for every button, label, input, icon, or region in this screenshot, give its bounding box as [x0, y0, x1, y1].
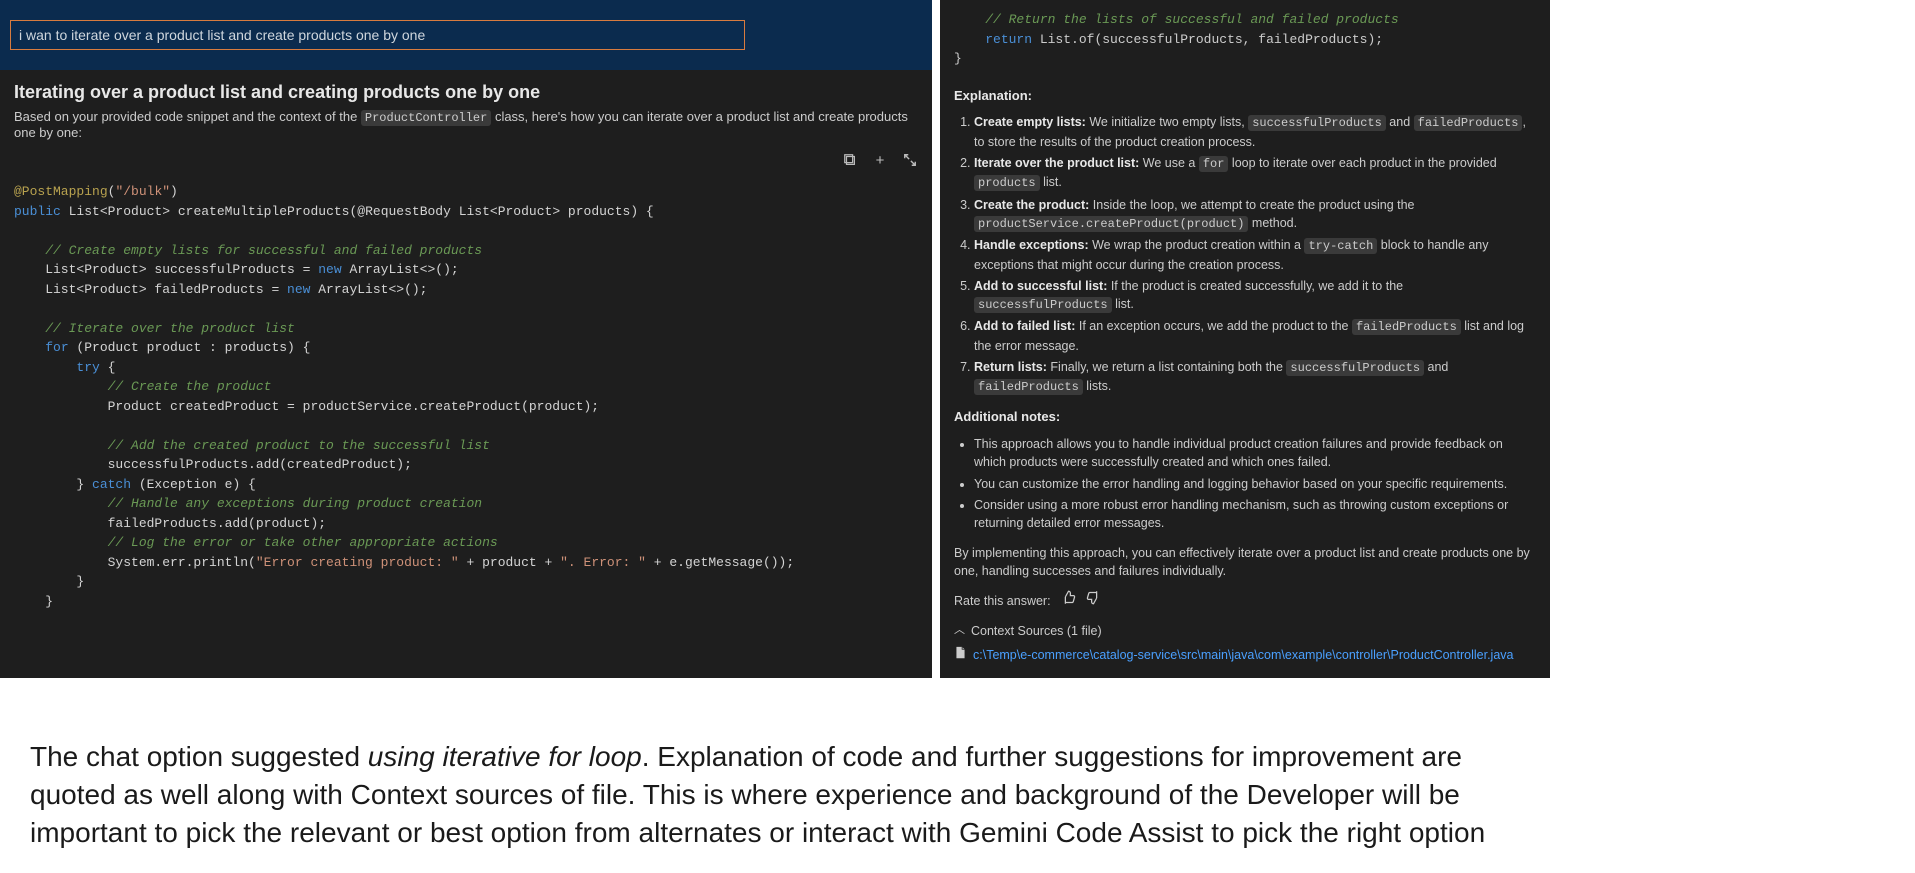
narrative-pre: The chat option suggested: [30, 741, 368, 772]
notes-list: This approach allows you to handle indiv…: [954, 435, 1536, 532]
explanation-item: Create the product: Inside the loop, we …: [974, 196, 1536, 234]
explanation-item: Create empty lists: We initialize two em…: [974, 113, 1536, 151]
chat-input[interactable]: i wan to iterate over a product list and…: [10, 20, 745, 50]
chat-response-right-panel: // Return the lists of successful and fa…: [940, 0, 1550, 678]
context-sources-toggle[interactable]: ︿ Context Sources (1 file): [954, 622, 1536, 640]
note-item: You can customize the error handling and…: [974, 475, 1536, 493]
slide-narrative: The chat option suggested using iterativ…: [0, 678, 1560, 873]
code-token: {: [100, 360, 116, 375]
code-token: [954, 32, 985, 47]
code-token: }: [14, 594, 53, 609]
context-sources-label: Context Sources (1 file): [971, 622, 1102, 640]
inline-code-chip: failedProducts: [1352, 319, 1461, 335]
explanation-item: Iterate over the product list: We use a …: [974, 154, 1536, 193]
answer-title: Iterating over a product list and creati…: [14, 82, 918, 103]
chevron-up-icon: ︿: [954, 623, 965, 639]
note-item: This approach allows you to handle indiv…: [974, 435, 1536, 471]
code-token: }: [14, 574, 84, 589]
code-comment: // Iterate over the product list: [14, 321, 295, 336]
code-token: (Exception e) {: [131, 477, 256, 492]
code-token: List<Product> failedProducts =: [14, 282, 287, 297]
code-token: }: [14, 477, 92, 492]
explanation-item: Add to failed list: If an exception occu…: [974, 317, 1536, 355]
inline-code-chip: successfulProducts: [1286, 360, 1424, 376]
code-token: @PostMapping: [14, 184, 108, 199]
code-token: ArrayList<>();: [342, 262, 459, 277]
code-token: "Error creating product: ": [256, 555, 459, 570]
code-token: failedProducts.add(product);: [14, 516, 326, 531]
rate-row: Rate this answer:: [954, 590, 1536, 612]
inline-code-chip: successfulProducts: [1248, 115, 1386, 131]
context-file-path: c:\Temp\e-commerce\catalog-service\src\m…: [973, 646, 1513, 664]
inline-code-chip: for: [1199, 156, 1229, 172]
code-comment: // Create empty lists for successful and…: [14, 243, 482, 258]
code-token: List<Product> successfulProducts =: [14, 262, 318, 277]
code-token: catch: [92, 477, 131, 492]
code-token: try: [76, 360, 99, 375]
inline-code-chip: successfulProducts: [974, 297, 1112, 313]
inline-code-chip: try-catch: [1304, 238, 1377, 254]
inline-code-chip: productService.createProduct(product): [974, 216, 1248, 232]
code-block-right[interactable]: // Return the lists of successful and fa…: [954, 10, 1536, 69]
code-token: new: [287, 282, 310, 297]
code-token: + e.getMessage());: [646, 555, 794, 570]
note-item: Consider using a more robust error handl…: [974, 496, 1536, 532]
code-token: successfulProducts.add(createdProduct);: [14, 457, 412, 472]
code-token: ". Error: ": [560, 555, 646, 570]
explanation-item: Handle exceptions: We wrap the product c…: [974, 236, 1536, 274]
chat-response-left-panel: i wan to iterate over a product list and…: [0, 0, 932, 678]
code-block-left[interactable]: @PostMapping("/bulk") public List<Produc…: [0, 168, 932, 629]
insert-icon[interactable]: +: [872, 152, 888, 168]
code-token: ): [170, 184, 178, 199]
thumbs-down-icon[interactable]: [1086, 590, 1101, 612]
code-token: (@RequestBody List<Product> products) {: [349, 204, 653, 219]
inline-code-chip: failedProducts: [974, 379, 1083, 395]
answer-subtitle: Based on your provided code snippet and …: [14, 109, 918, 140]
code-token: for: [45, 340, 68, 355]
rate-label: Rate this answer:: [954, 592, 1051, 610]
answer-sub-pre: Based on your provided code snippet and …: [14, 109, 361, 124]
code-token: List<Product>: [61, 204, 178, 219]
explanation-item: Add to successful list: If the product i…: [974, 277, 1536, 315]
inline-code-chip: products: [974, 175, 1040, 191]
code-token: + product +: [459, 555, 560, 570]
code-token: }: [954, 51, 962, 66]
answer-sub-chip: ProductController: [361, 110, 491, 126]
explanation-item: Return lists: Finally, we return a list …: [974, 358, 1536, 397]
code-token: ArrayList<>();: [310, 282, 427, 297]
code-token: Product createdProduct = productService.…: [14, 399, 599, 414]
closing-text: By implementing this approach, you can e…: [954, 544, 1536, 580]
code-token: List.of(successfulProducts, failedProduc…: [1032, 32, 1383, 47]
code-token: System.err.println(: [14, 555, 256, 570]
code-comment: // Add the created product to the succes…: [14, 438, 490, 453]
thumbs-up-icon[interactable]: [1061, 590, 1076, 612]
code-token: return: [985, 32, 1032, 47]
notes-heading: Additional notes:: [954, 408, 1536, 427]
code-comment: // Handle any exceptions during product …: [14, 496, 482, 511]
code-comment: // Log the error or take other appropria…: [14, 535, 498, 550]
explanation-heading: Explanation:: [954, 87, 1536, 106]
code-token: [14, 360, 76, 375]
chat-input-bar: i wan to iterate over a product list and…: [0, 0, 932, 70]
code-token: public: [14, 204, 61, 219]
code-token: (Product product : products) {: [69, 340, 311, 355]
code-comment: // Return the lists of successful and fa…: [954, 12, 1399, 27]
explanation-list: Create empty lists: We initialize two em…: [954, 113, 1536, 396]
file-icon: [954, 646, 967, 664]
code-comment: // Create the product: [14, 379, 271, 394]
context-file-link[interactable]: c:\Temp\e-commerce\catalog-service\src\m…: [954, 646, 1536, 664]
code-toolbar: +: [0, 146, 932, 168]
code-token: "/bulk": [115, 184, 170, 199]
inline-code-chip: failedProducts: [1414, 115, 1523, 131]
copy-icon[interactable]: [842, 152, 858, 168]
narrative-italic: using iterative for loop: [368, 741, 642, 772]
code-token: [14, 340, 45, 355]
code-token: new: [318, 262, 341, 277]
code-token: createMultipleProducts: [178, 204, 350, 219]
expand-icon[interactable]: [902, 152, 918, 168]
